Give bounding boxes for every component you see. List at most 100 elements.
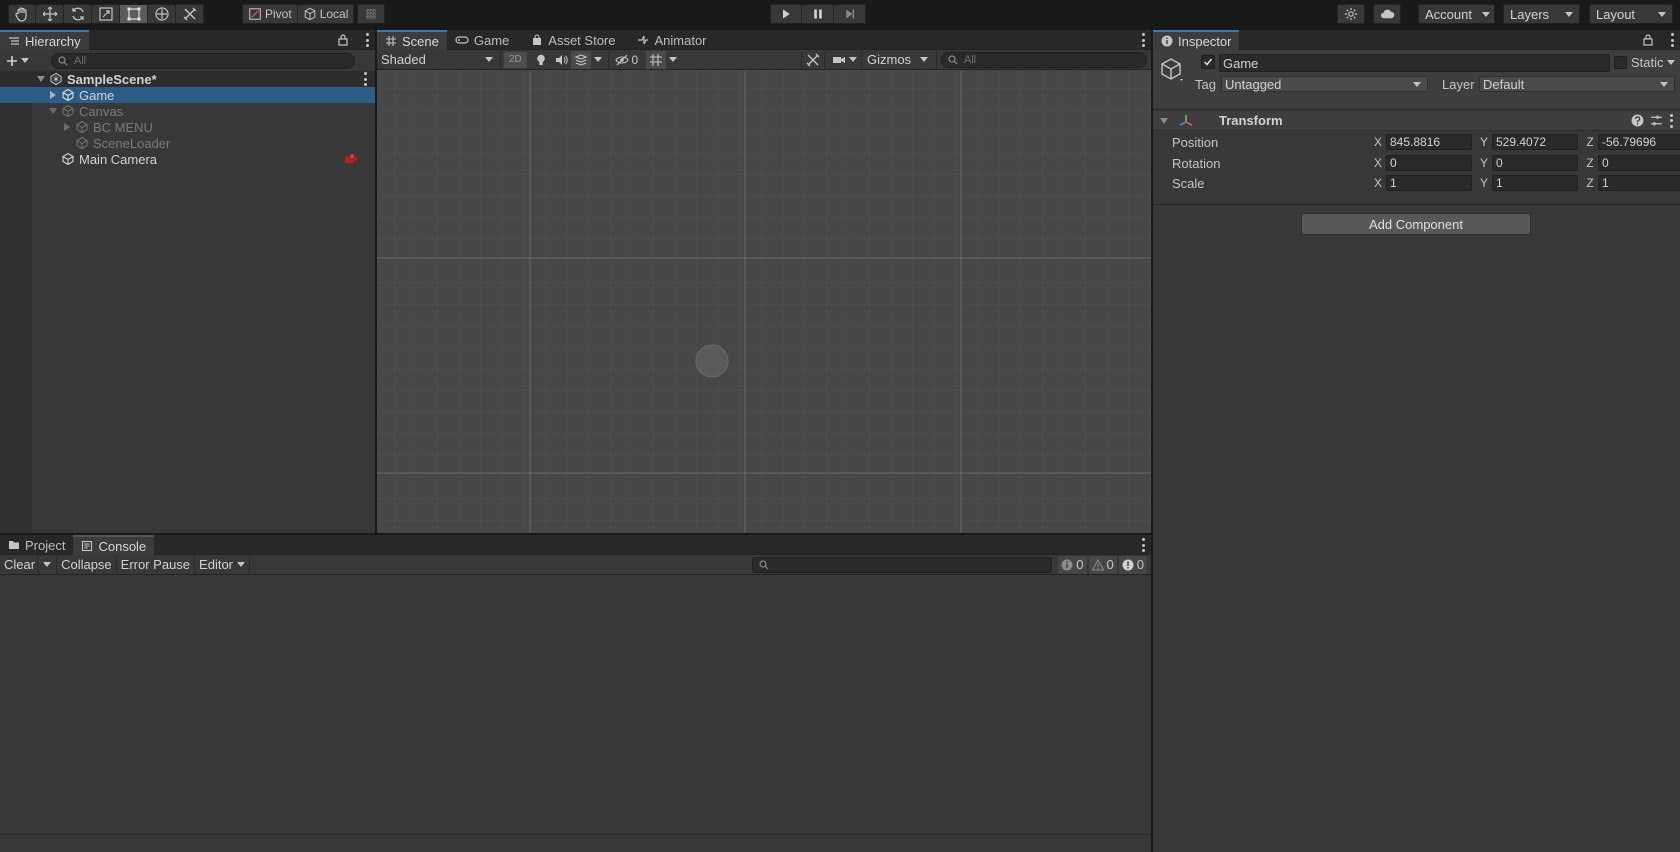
effects-dropdown[interactable] xyxy=(591,51,605,69)
console-search-input[interactable] xyxy=(752,556,1053,573)
tools-toggle[interactable] xyxy=(802,51,824,69)
rotation-z-input[interactable]: 0 xyxy=(1598,155,1680,171)
position-x-input[interactable]: 845.8816 xyxy=(1386,134,1472,150)
rotation-y-input[interactable]: 0 xyxy=(1492,155,1578,171)
gizmos-button[interactable]: Gizmos xyxy=(864,51,916,69)
console-menu-icon[interactable] xyxy=(1141,538,1145,552)
scene-object-sprite[interactable] xyxy=(694,343,730,379)
scale-x-input[interactable]: 1 xyxy=(1386,175,1472,191)
hierarchy-search-input[interactable]: All xyxy=(51,52,355,69)
tab-asset-store[interactable]: Asset Store xyxy=(523,30,623,50)
toggle-2d-button[interactable]: 2D xyxy=(504,51,527,68)
rotation-x-input[interactable]: 0 xyxy=(1386,155,1472,171)
axis-z-label[interactable]: Z xyxy=(1582,176,1598,190)
custom-tool-button[interactable] xyxy=(176,4,204,24)
error-count-toggle[interactable]: 0 xyxy=(1118,555,1147,574)
active-checkbox[interactable] xyxy=(1201,55,1215,69)
rect-tool-button[interactable] xyxy=(120,4,148,24)
lighting-toggle[interactable] xyxy=(531,51,551,69)
effects-toggle[interactable] xyxy=(570,50,591,69)
collapse-arrow-icon[interactable] xyxy=(1160,117,1168,124)
hand-tool-button[interactable] xyxy=(8,4,36,24)
shading-mode-dropdown[interactable]: Shaded xyxy=(377,51,497,69)
collapse-arrow-icon[interactable] xyxy=(48,106,58,116)
lock-icon[interactable] xyxy=(337,33,349,47)
services-button[interactable] xyxy=(1337,4,1365,24)
hidden-objects-toggle[interactable]: 0 xyxy=(612,51,642,69)
hierarchy-item-bc-menu[interactable]: BC MENU xyxy=(0,119,375,135)
rotate-tool-button[interactable] xyxy=(64,4,92,24)
tab-inspector[interactable]: Inspector xyxy=(1153,30,1240,50)
static-dropdown[interactable]: Static xyxy=(1631,55,1675,70)
layer-dropdown[interactable]: Default xyxy=(1479,76,1675,92)
position-z-input[interactable]: -56.79696 xyxy=(1598,134,1680,150)
object-name-input[interactable]: Game xyxy=(1219,54,1610,72)
scene-row[interactable]: SampleScene* xyxy=(0,71,375,87)
axis-y-label[interactable]: Y xyxy=(1476,176,1492,190)
preset-icon[interactable] xyxy=(1650,114,1663,127)
create-dropdown[interactable] xyxy=(6,55,29,67)
audio-toggle[interactable] xyxy=(551,51,571,69)
help-icon[interactable] xyxy=(1631,114,1644,127)
grid-toggle[interactable] xyxy=(645,50,666,69)
axis-y-label[interactable]: Y xyxy=(1476,156,1492,170)
collapse-toggle[interactable]: Collapse xyxy=(57,554,117,575)
expand-arrow-icon[interactable] xyxy=(62,122,72,132)
lock-icon[interactable] xyxy=(1642,33,1654,47)
scene-menu-icon[interactable] xyxy=(1141,33,1145,47)
hierarchy-item-sceneloader[interactable]: SceneLoader xyxy=(0,135,375,151)
gameobject-icon[interactable] xyxy=(1159,56,1187,84)
pause-button[interactable] xyxy=(802,4,834,24)
inspector-menu-icon[interactable] xyxy=(1670,33,1674,47)
transform-component-header[interactable]: Transform xyxy=(1153,111,1680,131)
editor-dropdown[interactable]: Editor xyxy=(195,554,251,575)
hierarchy-item-game[interactable]: Game xyxy=(0,87,375,103)
clear-button[interactable]: Clear xyxy=(0,554,39,575)
axis-z-label[interactable]: Z xyxy=(1582,135,1598,149)
account-dropdown[interactable]: Account xyxy=(1418,4,1495,24)
collapse-arrow-icon[interactable] xyxy=(36,74,46,84)
axis-z-label[interactable]: Z xyxy=(1582,156,1598,170)
component-menu-icon[interactable] xyxy=(1669,113,1673,128)
info-count-toggle[interactable]: 0 xyxy=(1058,555,1087,574)
axis-x-label[interactable]: X xyxy=(1370,135,1386,149)
tab-animator[interactable]: Animator xyxy=(629,30,714,50)
clear-options-dropdown[interactable] xyxy=(38,554,58,575)
hierarchy-menu-icon[interactable] xyxy=(365,33,369,47)
local-toggle[interactable]: Local xyxy=(297,4,355,24)
position-y-input[interactable]: 529.4072 xyxy=(1492,134,1578,150)
scale-y-input[interactable]: 1 xyxy=(1492,175,1578,191)
error-pause-toggle[interactable]: Error Pause xyxy=(117,554,196,575)
expand-arrow-icon[interactable] xyxy=(48,90,58,100)
step-button[interactable] xyxy=(834,4,866,24)
tag-dropdown[interactable]: Untagged xyxy=(1221,76,1428,92)
scale-tool-button[interactable] xyxy=(92,4,120,24)
add-component-button[interactable]: Add Component xyxy=(1301,213,1531,235)
play-button[interactable] xyxy=(770,4,802,24)
axis-x-label[interactable]: X xyxy=(1370,176,1386,190)
scene-search-input[interactable]: All xyxy=(941,51,1147,68)
scene-viewport[interactable] xyxy=(377,71,1151,533)
hierarchy-item-canvas[interactable]: Canvas xyxy=(0,103,375,119)
move-tool-button[interactable] xyxy=(36,4,64,24)
layers-dropdown[interactable]: Layers xyxy=(1503,4,1580,24)
tab-scene[interactable]: Scene xyxy=(377,30,447,50)
transform-tool-button[interactable] xyxy=(148,4,176,24)
tab-console[interactable]: Console xyxy=(73,535,155,555)
hierarchy-item-main-camera[interactable]: Main Camera xyxy=(0,151,375,167)
axis-y-label[interactable]: Y xyxy=(1476,135,1492,149)
scene-menu-icon[interactable] xyxy=(363,72,367,86)
axis-x-label[interactable]: X xyxy=(1370,156,1386,170)
gizmos-dropdown[interactable] xyxy=(916,51,932,69)
warning-count-toggle[interactable]: 0 xyxy=(1088,555,1117,574)
tab-hierarchy[interactable]: Hierarchy xyxy=(0,30,89,50)
camera-dropdown[interactable] xyxy=(829,51,859,69)
cloud-button[interactable] xyxy=(1373,4,1401,24)
scale-z-input[interactable]: 1 xyxy=(1598,175,1680,191)
tab-project[interactable]: Project xyxy=(0,535,73,555)
grid-dropdown[interactable] xyxy=(666,51,680,69)
grid-snap-button[interactable] xyxy=(357,4,386,24)
layout-dropdown[interactable]: Layout xyxy=(1589,4,1673,24)
static-checkbox[interactable] xyxy=(1614,56,1627,69)
tab-game[interactable]: Game xyxy=(447,30,517,50)
